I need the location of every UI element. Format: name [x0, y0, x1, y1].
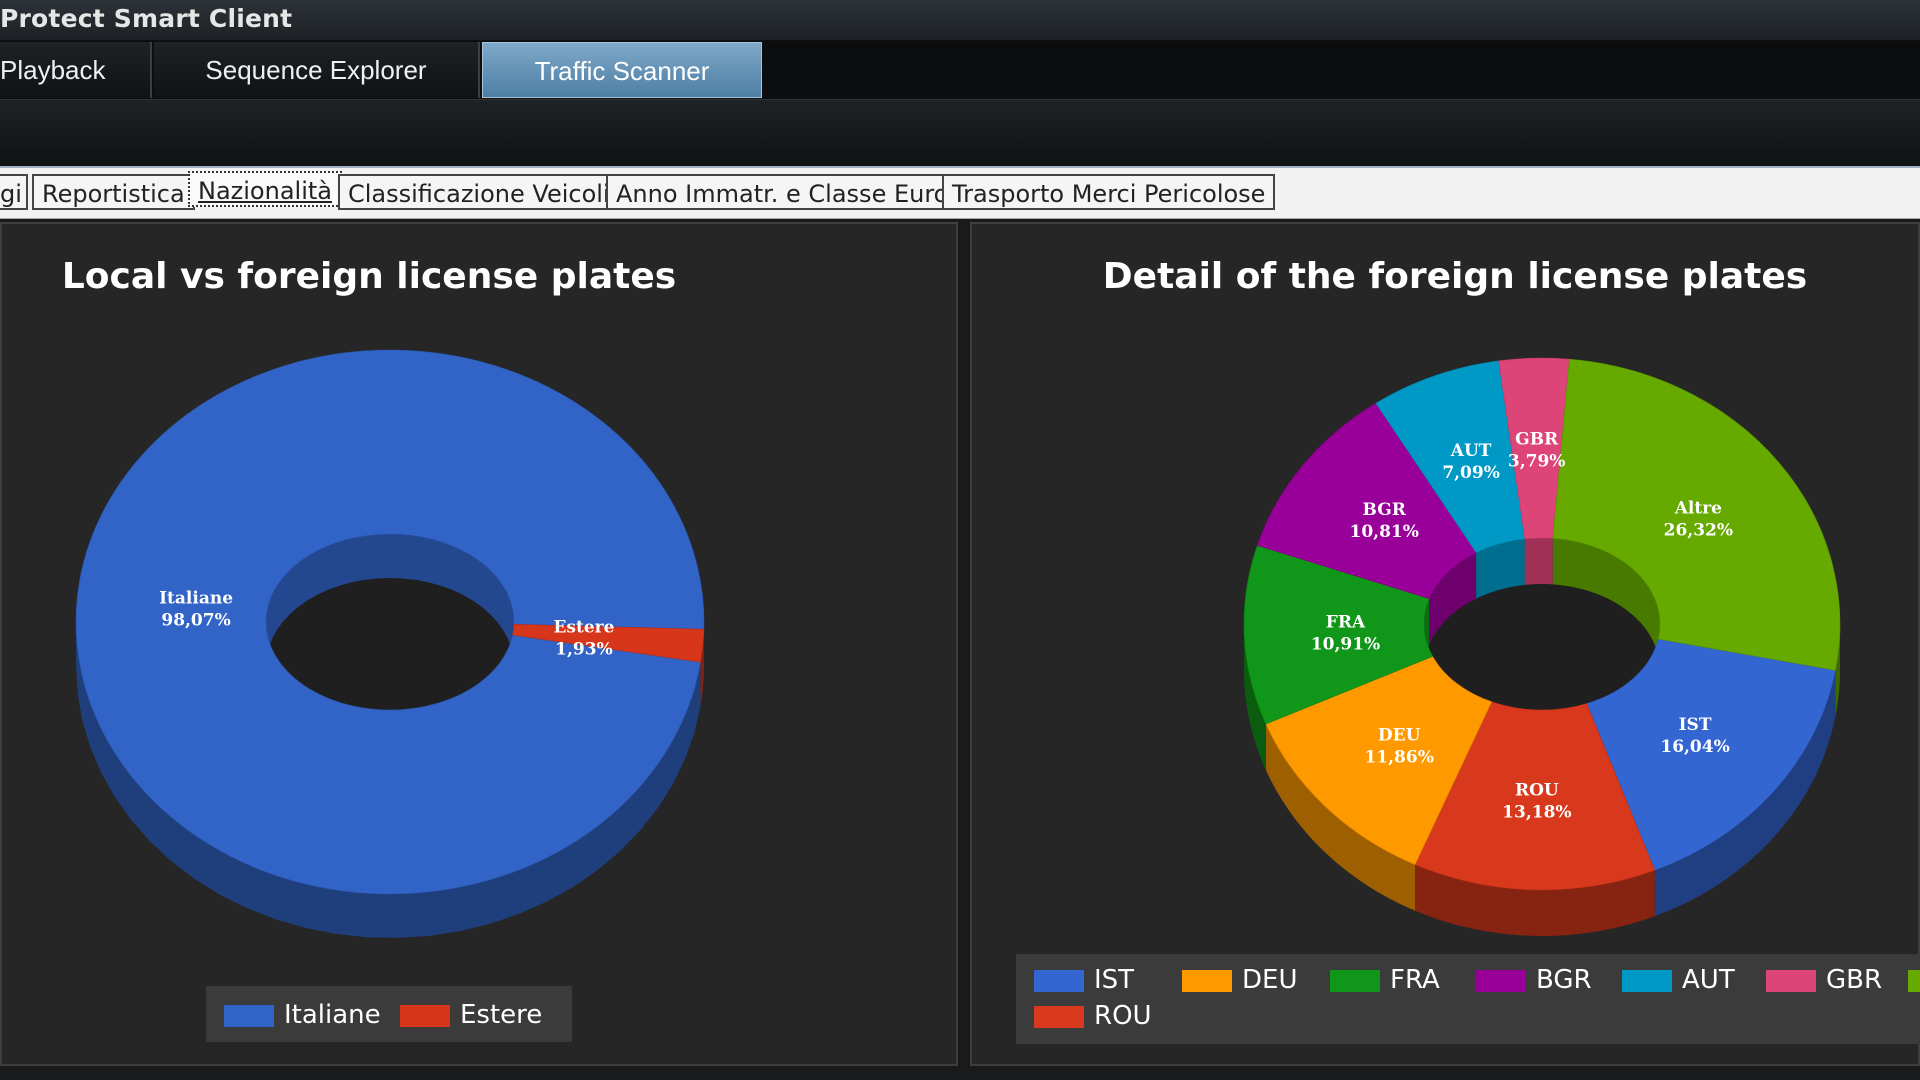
subtab-reportistica[interactable]: Reportistica [32, 174, 195, 210]
legend-label: BGR [1536, 965, 1592, 995]
legend-item-altre-partial [1908, 964, 1920, 994]
subtab-trasporto-merci[interactable]: Trasporto Merci Pericolose [942, 174, 1276, 210]
subtab-nazionalita[interactable]: Nazionalità [188, 171, 342, 207]
donut-chart-local-foreign: Italiane98,07% Estere1,93% [75, 349, 705, 938]
foreign-slice-value-rou: 13,18% [1502, 803, 1571, 823]
tab-traffic-scanner[interactable]: Traffic Scanner [482, 42, 762, 98]
legend-label: AUT [1682, 965, 1735, 995]
legend-item-rou: ROU [1034, 1000, 1152, 1031]
legend-item-estere: Estere [400, 999, 543, 1030]
donut-chart-foreign-detail: IST16,04% ROU13,18% DEU11,86% FRA10,91% BGR1… [1243, 357, 1841, 936]
legend-item-deu: DEU [1182, 964, 1298, 995]
foreign-slice-inner-wall-gbr [1524, 538, 1553, 585]
main-tab-bar: Playback Sequence Explorer Traffic Scann… [0, 41, 1920, 100]
legend-swatch [1330, 970, 1380, 993]
tab-sequence-explorer[interactable]: Sequence Explorer [154, 42, 480, 98]
legend-label: IST [1094, 965, 1135, 995]
foreign-slice-value-ist: 16,04% [1660, 737, 1729, 757]
foreign-slice-label-bgr: BGR [1363, 500, 1407, 520]
foreign-slice-label-aut: AUT [1450, 441, 1492, 461]
legend-label: Italiane [284, 1000, 381, 1030]
subtab-anno-immatr[interactable]: Anno Immatr. e Classe Euro [606, 174, 959, 210]
chart-legend: Italiane Estere [206, 986, 572, 1042]
foreign-slice-value-deu: 11,86% [1364, 748, 1433, 768]
local-slice-label-estere: Estere [553, 618, 614, 638]
legend-swatch [400, 1005, 450, 1028]
app-title: Protect Smart Client [0, 4, 293, 33]
legend-label: DEU [1242, 965, 1298, 995]
chart-panel-local-foreign: Local vs foreign license plates Italiane… [0, 222, 958, 1066]
chart-panel-foreign-detail: Detail of the foreign license plates IST… [970, 222, 1920, 1066]
local-slice-value-estere: 1,93% [555, 640, 613, 660]
local-slice-value-italiane: 98,07% [161, 610, 230, 630]
legend-item-aut: AUT [1622, 964, 1735, 995]
foreign-slice-value-altre: 26,32% [1664, 520, 1733, 540]
legend-label: Estere [460, 1000, 543, 1030]
chart-legend: IST DEU FRA BGR AUT GBR ROU [1016, 954, 1920, 1044]
legend-swatch [1766, 970, 1816, 993]
subtab-classificazione-veicoli[interactable]: Classificazione Veicoli [338, 174, 620, 210]
legend-label: FRA [1390, 965, 1440, 995]
sub-tab-bar: gi Reportistica Nazionalità Classificazi… [0, 168, 1920, 219]
foreign-slice-value-fra: 10,91% [1311, 634, 1380, 654]
legend-label: ROU [1094, 1001, 1152, 1031]
legend-swatch [1476, 970, 1526, 993]
local-slice-label-italiane: Italiane [159, 588, 233, 608]
legend-swatch [1034, 970, 1084, 993]
foreign-slice-label-altre: Altre [1674, 498, 1722, 518]
legend-swatch [224, 1005, 274, 1028]
legend-item-italiane: Italiane [224, 999, 381, 1030]
foreign-slice-label-fra: FRA [1326, 612, 1366, 632]
foreign-slice-label-rou: ROU [1515, 781, 1559, 801]
foreign-slice-label-deu: DEU [1378, 726, 1421, 746]
legend-item-ist: IST [1034, 964, 1135, 995]
legend-item-gbr: GBR [1766, 964, 1883, 995]
toolbar-strip [0, 100, 1920, 168]
legend-swatch [1622, 970, 1672, 993]
foreign-slice-value-gbr: 3,79% [1508, 452, 1566, 472]
legend-swatch [1182, 970, 1232, 993]
subtab-partial[interactable]: gi [0, 174, 28, 210]
foreign-slice-value-aut: 7,09% [1442, 463, 1500, 483]
legend-label: GBR [1826, 965, 1883, 995]
legend-swatch [1034, 1006, 1084, 1029]
legend-swatch [1908, 970, 1920, 993]
legend-item-bgr: BGR [1476, 964, 1592, 995]
title-bar: Protect Smart Client [0, 0, 1920, 41]
legend-item-fra: FRA [1330, 964, 1440, 995]
foreign-slice-label-ist: IST [1679, 715, 1712, 735]
foreign-slice-label-gbr: GBR [1515, 430, 1559, 450]
foreign-slice-value-bgr: 10,81% [1350, 522, 1419, 542]
tab-playback[interactable]: Playback [0, 42, 152, 98]
